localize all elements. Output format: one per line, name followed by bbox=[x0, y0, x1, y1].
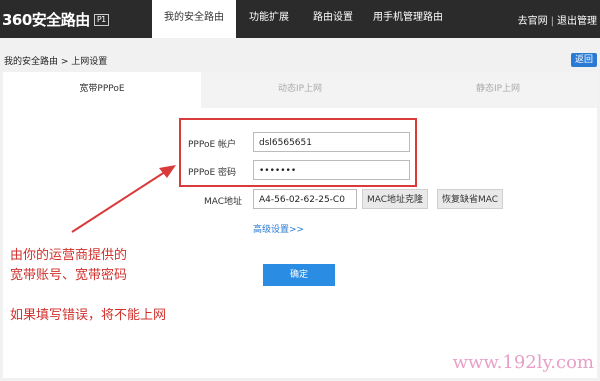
annotation-arrow bbox=[71, 165, 176, 233]
arrow-shaft bbox=[71, 169, 169, 233]
annotation-line-2: 宽带账号、宽带密码 bbox=[10, 268, 128, 283]
annotation-line-3: 如果填写错误，将不能上网 bbox=[10, 308, 167, 323]
annotation-line-1: 由你的运营商提供的 bbox=[10, 248, 128, 263]
arrow-head bbox=[159, 165, 176, 178]
watermark: www.192ly.com bbox=[452, 352, 594, 373]
